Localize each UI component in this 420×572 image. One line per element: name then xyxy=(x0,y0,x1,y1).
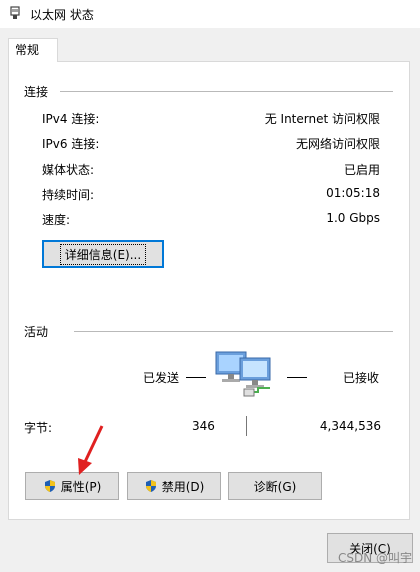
sent-line xyxy=(186,377,206,378)
sent-label: 已发送 xyxy=(143,371,180,385)
ipv4-value: 无 Internet 访问权限 xyxy=(264,112,380,126)
disable-button-label: 禁用(D) xyxy=(161,479,205,494)
received-line xyxy=(287,377,307,378)
connection-section-title: 连接 xyxy=(24,85,49,99)
received-label: 已接收 xyxy=(343,371,380,385)
network-computers-icon xyxy=(215,351,271,397)
media-state-value: 已启用 xyxy=(343,163,380,177)
activity-section-title: 活动 xyxy=(24,325,49,339)
window-title: 以太网 状态 xyxy=(30,8,94,22)
title-bar: 以太网 状态 xyxy=(0,0,420,28)
bytes-separator xyxy=(246,416,247,436)
activity-divider xyxy=(74,331,393,332)
disable-button[interactable]: 禁用(D) xyxy=(127,472,221,500)
bytes-received-value: 4,344,536 xyxy=(319,419,381,433)
tab-general[interactable]: 常规 xyxy=(8,38,58,62)
shield-icon xyxy=(44,480,55,492)
ipv6-label: IPv6 连接: xyxy=(42,137,100,151)
diagnose-button[interactable]: 诊断(G) xyxy=(228,472,322,500)
network-adapter-icon xyxy=(10,6,20,19)
ipv4-label: IPv4 连接: xyxy=(42,112,100,126)
details-button[interactable]: 详细信息(E)... xyxy=(42,240,164,268)
duration-label: 持续时间: xyxy=(42,188,95,202)
speed-value: 1.0 Gbps xyxy=(326,211,380,225)
watermark: CSDN @叫宇 xyxy=(337,551,412,565)
bytes-sent-value: 346 xyxy=(192,419,215,433)
speed-label: 速度: xyxy=(42,213,71,227)
properties-button-label: 属性(P) xyxy=(60,479,102,494)
duration-value: 01:05:18 xyxy=(326,186,380,200)
diagnose-button-label: 诊断(G) xyxy=(253,479,297,494)
details-button-label: 详细信息(E)... xyxy=(59,243,147,265)
connection-divider xyxy=(60,91,393,92)
ipv6-value: 无网络访问权限 xyxy=(295,137,380,151)
media-state-label: 媒体状态: xyxy=(42,163,95,177)
properties-button[interactable]: 属性(P) xyxy=(25,472,119,500)
shield-icon xyxy=(145,480,156,492)
tab-panel xyxy=(8,61,410,520)
bytes-label: 字节: xyxy=(24,421,53,435)
